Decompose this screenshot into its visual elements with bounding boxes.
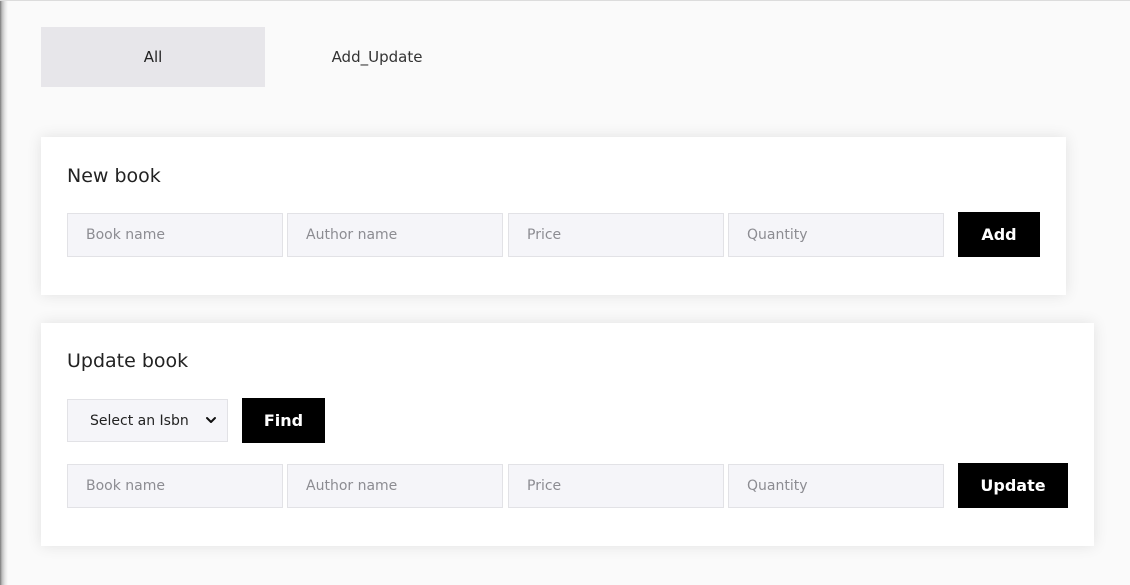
new-price-input[interactable] [508, 213, 724, 257]
update-book-card: Update book Select an Isbn Find Update [41, 323, 1094, 546]
isbn-select[interactable]: Select an Isbn [67, 399, 228, 442]
new-author-name-input[interactable] [287, 213, 503, 257]
update-button[interactable]: Update [958, 463, 1068, 508]
page: All Add_Update New book Add Update book … [0, 0, 1130, 585]
new-quantity-input[interactable] [728, 213, 944, 257]
new-book-title: New book [67, 165, 161, 187]
tab-bar: All Add_Update [41, 27, 489, 87]
update-book-name-input[interactable] [67, 464, 283, 508]
window-edge-shadow [0, 1, 8, 585]
tab-all[interactable]: All [41, 27, 265, 87]
new-book-card: New book Add [41, 137, 1066, 295]
update-author-name-input[interactable] [287, 464, 503, 508]
chevron-down-icon [206, 417, 216, 423]
update-quantity-input[interactable] [728, 464, 944, 508]
update-price-input[interactable] [508, 464, 724, 508]
tab-add-update[interactable]: Add_Update [265, 27, 489, 87]
new-book-name-input[interactable] [67, 213, 283, 257]
find-button[interactable]: Find [242, 398, 325, 443]
add-button[interactable]: Add [958, 212, 1040, 257]
isbn-select-value: Select an Isbn [90, 412, 189, 429]
update-book-title: Update book [67, 350, 189, 372]
